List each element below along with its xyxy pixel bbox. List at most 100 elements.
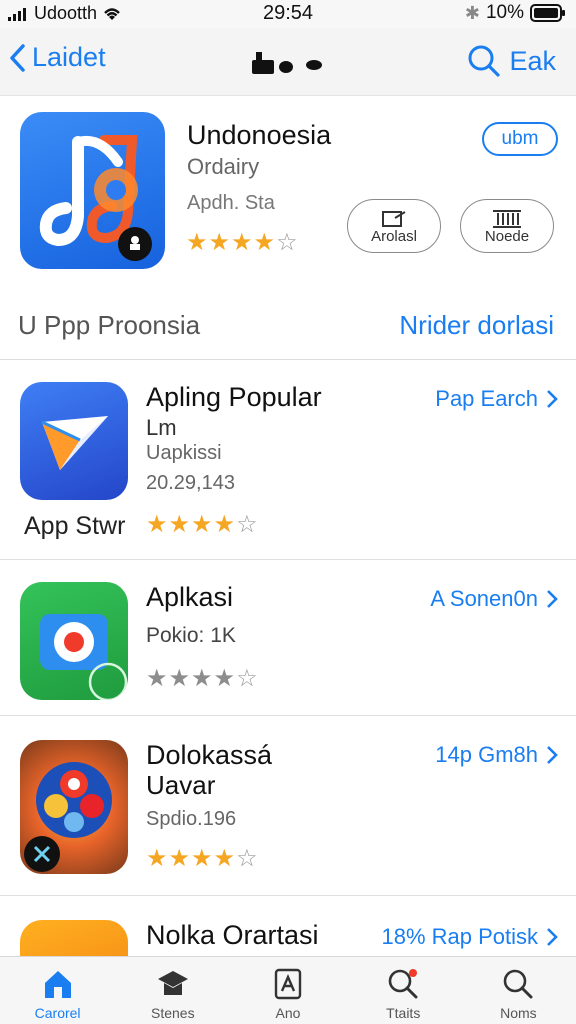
star-icon: ★ bbox=[253, 229, 277, 256]
paper-plane-icon bbox=[41, 416, 108, 470]
app-action-link[interactable]: A Sonen0n bbox=[430, 586, 558, 612]
nav-search-button[interactable]: Eak bbox=[467, 44, 556, 78]
star-icon: ★ bbox=[213, 665, 237, 692]
app-rating: ★★★★☆ bbox=[146, 510, 259, 539]
get-button[interactable]: ubm bbox=[482, 122, 558, 156]
star-icon: ★ bbox=[146, 511, 169, 538]
featured-app-category: Ordairy bbox=[187, 154, 260, 179]
action-button-a-label: Arolasl bbox=[371, 228, 417, 245]
app-action-link[interactable]: 18% Rap Potisk bbox=[381, 924, 558, 950]
list-item[interactable]: Aplkasi Pokio: 1K ★★★★☆ A Sonen0n bbox=[0, 560, 576, 716]
music-note-icon bbox=[39, 135, 152, 261]
tab-carorel[interactable]: Carorel bbox=[0, 957, 115, 1024]
app-icon[interactable] bbox=[20, 382, 128, 500]
star-empty-icon: ☆ bbox=[236, 511, 259, 538]
tab-label: Stenes bbox=[151, 1005, 195, 1021]
list-item[interactable]: Apling Popular Lm Uapkissi 20.29,143 ★★★… bbox=[0, 360, 576, 560]
star-icon: ★ bbox=[231, 229, 254, 256]
back-button[interactable]: Laidet bbox=[8, 42, 106, 73]
star-empty-icon: ☆ bbox=[276, 229, 299, 256]
app-action-label: 18% Rap Potisk bbox=[381, 924, 538, 949]
app-line2: Uavar bbox=[146, 770, 216, 800]
app-action-label: Pap Earch bbox=[435, 386, 538, 411]
star-icon: ★ bbox=[213, 511, 237, 538]
app-action-link[interactable]: 14p Gm8h bbox=[435, 742, 558, 768]
star-icon: ★ bbox=[168, 665, 192, 692]
section-header: U Ppp Proonsia Nrider dorlasi bbox=[0, 286, 576, 360]
action-button-a[interactable]: Arolasl bbox=[347, 199, 441, 253]
app-icon[interactable] bbox=[20, 582, 128, 700]
camera-icon bbox=[40, 614, 128, 700]
star-icon: ★ bbox=[191, 845, 214, 872]
star-icon: ★ bbox=[208, 229, 232, 256]
tab-noms[interactable]: Noms bbox=[461, 957, 576, 1024]
home-icon bbox=[44, 971, 71, 998]
chevron-right-icon bbox=[547, 746, 558, 764]
app-rating: ★★★★☆ bbox=[146, 664, 259, 693]
search-label: Eak bbox=[509, 45, 556, 76]
search-icon bbox=[468, 45, 501, 77]
tab-bar: Carorel Stenes Ano Ttaits Noms bbox=[0, 956, 576, 1024]
section-title: U Ppp Proonsia bbox=[18, 310, 201, 340]
app-action-label: A Sonen0n bbox=[430, 586, 538, 611]
star-icon: ★ bbox=[213, 845, 237, 872]
app-caption: App Stwr bbox=[24, 512, 126, 540]
app-icon[interactable] bbox=[20, 920, 128, 956]
tab-ano[interactable]: Ano bbox=[230, 957, 345, 1024]
status-bar: Udootth 29:54 ✱ 10% bbox=[0, 0, 576, 28]
chevron-right-icon bbox=[547, 590, 558, 608]
app-downloads: Pokio: 1K bbox=[146, 624, 236, 647]
tab-label: Noms bbox=[500, 1005, 537, 1021]
star-empty-icon: ☆ bbox=[236, 845, 259, 872]
nav-bar: Laidet Eak bbox=[0, 28, 576, 96]
featured-rating: ★★★★☆ bbox=[186, 228, 299, 257]
search-icon bbox=[388, 969, 418, 999]
star-icon: ★ bbox=[191, 665, 214, 692]
nav-title-glyph bbox=[252, 52, 322, 74]
list-item[interactable]: Dolokassá Uavar Spdio.196 ★★★★☆ 14p Gm8h bbox=[0, 716, 576, 896]
share-icon bbox=[382, 211, 406, 227]
game-icon bbox=[24, 762, 112, 872]
bluetooth-icon: ✱ bbox=[464, 2, 480, 23]
featured-app: Undonoesia Ordairy Apdh. Sta ★★★★☆ ubm A… bbox=[0, 96, 576, 286]
tab-label: Ttaits bbox=[386, 1005, 421, 1021]
battery-label: 10% bbox=[485, 2, 524, 23]
star-icon: ★ bbox=[146, 665, 169, 692]
star-icon: ★ bbox=[168, 845, 192, 872]
battery-icon bbox=[530, 4, 565, 22]
app-name[interactable]: Apling Popular bbox=[146, 382, 322, 413]
app-action-label: 14p Gm8h bbox=[435, 742, 538, 767]
star-icon: ★ bbox=[186, 229, 209, 256]
star-icon: ★ bbox=[168, 511, 192, 538]
chevron-left-icon bbox=[10, 43, 25, 72]
tab-label: Ano bbox=[275, 1005, 301, 1021]
chevron-right-icon bbox=[547, 928, 558, 946]
cap-icon bbox=[157, 971, 188, 995]
featured-app-developer: Apdh. Sta bbox=[187, 192, 275, 214]
app-icon[interactable] bbox=[20, 740, 128, 874]
featured-app-icon[interactable] bbox=[20, 112, 165, 269]
section-see-all-link[interactable]: Nrider dorlasi bbox=[399, 310, 554, 341]
featured-app-name[interactable]: Undonoesia bbox=[187, 120, 331, 151]
star-icon: ★ bbox=[146, 845, 169, 872]
action-button-b[interactable]: Noede bbox=[460, 199, 554, 253]
app-name[interactable]: Dolokassá bbox=[146, 740, 272, 771]
star-icon: ★ bbox=[191, 511, 214, 538]
list-item[interactable]: Nolka Orartasi 18% Rap Potisk bbox=[0, 896, 576, 956]
tab-ttaits[interactable]: Ttaits bbox=[346, 957, 461, 1024]
action-button-b-label: Noede bbox=[484, 228, 530, 245]
app-line2: Lm bbox=[146, 415, 177, 440]
app-action-link[interactable]: Pap Earch bbox=[435, 386, 558, 412]
chevron-right-icon bbox=[547, 390, 558, 408]
app-name[interactable]: Aplkasi bbox=[146, 582, 233, 613]
star-empty-icon: ☆ bbox=[236, 665, 259, 692]
app-category: Uapkissi bbox=[146, 442, 222, 464]
app-category: Spdio.196 bbox=[146, 808, 237, 830]
list-icon bbox=[493, 210, 521, 228]
app-store-icon bbox=[274, 968, 302, 1000]
search-icon bbox=[504, 969, 533, 999]
tab-stenes[interactable]: Stenes bbox=[115, 957, 230, 1024]
app-count: 20.29,143 bbox=[146, 472, 235, 494]
app-name[interactable]: Nolka Orartasi bbox=[146, 920, 319, 951]
back-label: Laidet bbox=[32, 42, 106, 72]
